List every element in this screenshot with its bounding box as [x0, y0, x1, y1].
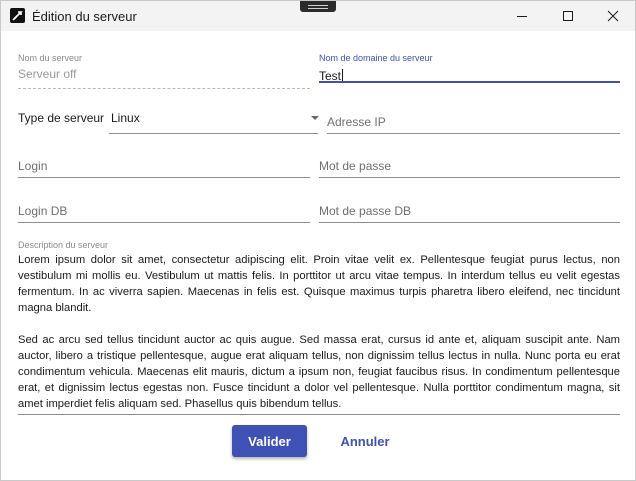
login-field[interactable]: Login: [18, 159, 310, 179]
description-label: Description du serveur: [18, 240, 109, 250]
login-db-placeholder: Login DB: [18, 204, 68, 218]
confirm-button[interactable]: Valider: [232, 425, 307, 457]
server-name-underline: [18, 88, 310, 89]
login-db-field[interactable]: Login DB: [18, 204, 310, 224]
login-underline: [18, 177, 310, 178]
password-db-placeholder: Mot de passe DB: [319, 204, 412, 218]
cancel-button[interactable]: Annuler: [330, 425, 400, 457]
drag-grip-icon[interactable]: [300, 1, 336, 12]
server-name-value: Serveur off: [18, 67, 77, 81]
server-name-label: Nom du serveur: [18, 53, 83, 63]
password-db-field[interactable]: Mot de passe DB: [319, 204, 620, 224]
server-name-field: Nom du serveur Serveur off: [18, 53, 310, 89]
chevron-down-icon[interactable]: [311, 116, 319, 120]
domain-name-label: Nom de domaine du serveur: [319, 53, 433, 63]
title-bar[interactable]: Édition du serveur: [1, 1, 635, 31]
window-title: Édition du serveur: [32, 9, 137, 24]
ip-address-placeholder: Adresse IP: [327, 115, 386, 129]
domain-name-field[interactable]: Nom de domaine du serveur Test: [319, 53, 620, 89]
login-placeholder: Login: [18, 159, 48, 173]
server-type-label: Type de serveur: [18, 111, 105, 125]
description-underline: [18, 414, 620, 415]
maximize-button[interactable]: [545, 1, 591, 31]
server-type-value: Linux: [111, 111, 140, 125]
password-db-underline: [319, 222, 620, 223]
ip-address-field[interactable]: Adresse IP: [327, 115, 620, 135]
edit-server-window: Édition du serveur Nom du serveur Serveu…: [0, 0, 636, 481]
app-logo-icon: [10, 8, 25, 23]
domain-name-underline: [319, 81, 620, 83]
description-textarea[interactable]: Lorem ipsum dolor sit amet, consectetur …: [18, 252, 620, 412]
password-field[interactable]: Mot de passe: [319, 159, 620, 179]
login-db-underline: [18, 222, 310, 223]
description-paragraph: Sed ac arcu sed tellus tincidunt auctor …: [18, 334, 620, 410]
server-type-select[interactable]: Linux: [109, 110, 319, 134]
minimize-button[interactable]: [499, 1, 545, 31]
password-underline: [319, 177, 620, 178]
server-type-underline: [109, 133, 318, 134]
close-button[interactable]: [590, 1, 635, 31]
ip-address-underline: [327, 133, 620, 134]
password-placeholder: Mot de passe: [319, 159, 392, 173]
description-paragraph: Lorem ipsum dolor sit amet, consectetur …: [18, 254, 620, 314]
